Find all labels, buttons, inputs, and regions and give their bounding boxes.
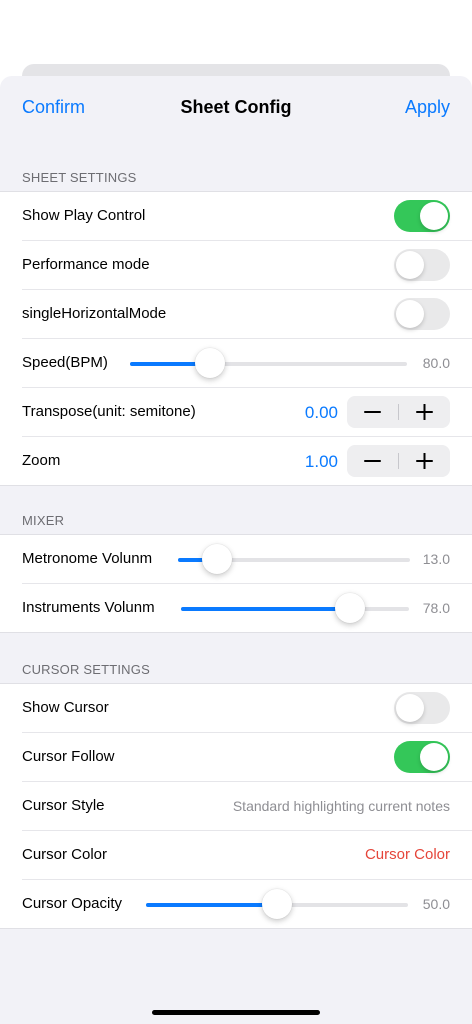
speed-row: Speed(BPM) 80.0 xyxy=(22,339,472,388)
metronome-volume-slider-thumb[interactable] xyxy=(202,544,233,574)
apply-button[interactable]: Apply xyxy=(405,97,450,118)
transpose-label: Transpose(unit: semitone) xyxy=(22,403,196,420)
section-header-sheet-settings: SHEET SETTINGS xyxy=(22,170,137,185)
instruments-volume-label: Instruments Volunm xyxy=(22,599,155,616)
performance-mode-row: Performance mode xyxy=(22,241,472,290)
cursor-opacity-slider-fill xyxy=(146,903,277,907)
page-title: Sheet Config xyxy=(180,97,292,117)
sheet-settings-group: Show Play Control Performance mode singl… xyxy=(0,191,472,486)
performance-mode-toggle[interactable] xyxy=(394,249,450,281)
speed-value: 80.0 xyxy=(422,355,450,371)
zoom-row: Zoom 1.00 xyxy=(22,437,472,485)
cursor-follow-label: Cursor Follow xyxy=(22,748,115,765)
instruments-volume-slider-thumb[interactable] xyxy=(334,593,365,623)
section-header-cursor-settings: CURSOR SETTINGS xyxy=(22,662,150,677)
cursor-follow-toggle[interactable] xyxy=(394,741,450,773)
cursor-color-value[interactable]: Cursor Color xyxy=(365,846,450,863)
mixer-group: Metronome Volunm 13.0 Instruments Volunm… xyxy=(0,534,472,633)
metronome-volume-row: Metronome Volunm 13.0 xyxy=(22,535,472,584)
speed-slider-thumb[interactable] xyxy=(195,348,226,378)
zoom-label: Zoom xyxy=(22,452,61,469)
show-cursor-row: Show Cursor xyxy=(22,684,472,733)
instruments-volume-value: 78.0 xyxy=(422,600,450,616)
cursor-style-row[interactable]: Cursor Style Standard highlighting curre… xyxy=(22,782,472,831)
section-header-mixer: MIXER xyxy=(22,513,65,528)
zoom-value: 1.00 xyxy=(304,452,338,471)
show-cursor-label: Show Cursor xyxy=(22,699,109,716)
toggle-knob xyxy=(396,300,424,328)
show-play-control-label: Show Play Control xyxy=(22,207,146,224)
minus-icon xyxy=(364,411,381,413)
show-play-control-toggle[interactable] xyxy=(394,200,450,232)
sheet-config-panel: Confirm Sheet Config Apply SHEET SETTING… xyxy=(0,76,472,1024)
plus-icon xyxy=(416,404,433,420)
cursor-follow-row: Cursor Follow xyxy=(22,733,472,782)
cursor-opacity-value: 50.0 xyxy=(422,896,450,912)
cursor-style-value[interactable]: Standard highlighting current notes xyxy=(233,798,450,814)
transpose-value: 0.00 xyxy=(304,403,338,422)
minus-icon xyxy=(364,460,381,462)
instruments-volume-row: Instruments Volunm 78.0 xyxy=(22,584,472,632)
metronome-volume-label: Metronome Volunm xyxy=(22,550,153,567)
single-horizontal-mode-row: singleHorizontalMode xyxy=(22,290,472,339)
zoom-stepper xyxy=(347,445,450,477)
transpose-row: Transpose(unit: semitone) 0.00 xyxy=(22,388,472,437)
cursor-color-label: Cursor Color xyxy=(22,846,108,863)
transpose-increment-button[interactable] xyxy=(399,396,450,428)
performance-mode-label: Performance mode xyxy=(22,256,150,273)
cursor-opacity-slider-thumb[interactable] xyxy=(262,889,292,919)
speed-slider[interactable] xyxy=(130,348,407,378)
cursor-settings-group: Show Cursor Cursor Follow Cursor Style S… xyxy=(0,683,472,929)
zoom-decrement-button[interactable] xyxy=(347,445,398,477)
cursor-opacity-label: Cursor Opacity xyxy=(22,895,123,912)
toggle-knob xyxy=(420,743,448,771)
single-horizontal-mode-toggle[interactable] xyxy=(394,298,450,330)
toggle-knob xyxy=(396,251,424,279)
transpose-decrement-button[interactable] xyxy=(347,396,398,428)
plus-icon xyxy=(416,453,433,469)
show-play-control-row: Show Play Control xyxy=(22,192,472,241)
metronome-volume-value: 13.0 xyxy=(422,551,450,567)
single-horizontal-mode-label: singleHorizontalMode xyxy=(22,305,167,322)
show-cursor-toggle[interactable] xyxy=(394,692,450,724)
transpose-stepper xyxy=(347,396,450,428)
speed-label: Speed(BPM) xyxy=(22,354,108,371)
cursor-color-row[interactable]: Cursor Color Cursor Color xyxy=(22,831,472,880)
cursor-opacity-row: Cursor Opacity 50.0 xyxy=(22,880,472,928)
metronome-volume-slider[interactable] xyxy=(178,544,410,574)
toggle-knob xyxy=(396,694,424,722)
instruments-volume-slider-fill xyxy=(181,607,350,611)
home-indicator xyxy=(152,1010,320,1015)
zoom-increment-button[interactable] xyxy=(399,445,450,477)
cursor-style-label: Cursor Style xyxy=(22,797,105,814)
instruments-volume-slider[interactable] xyxy=(181,593,409,623)
cursor-opacity-slider[interactable] xyxy=(146,889,408,919)
toggle-knob xyxy=(420,202,448,230)
navigation-bar: Confirm Sheet Config Apply xyxy=(0,76,472,138)
